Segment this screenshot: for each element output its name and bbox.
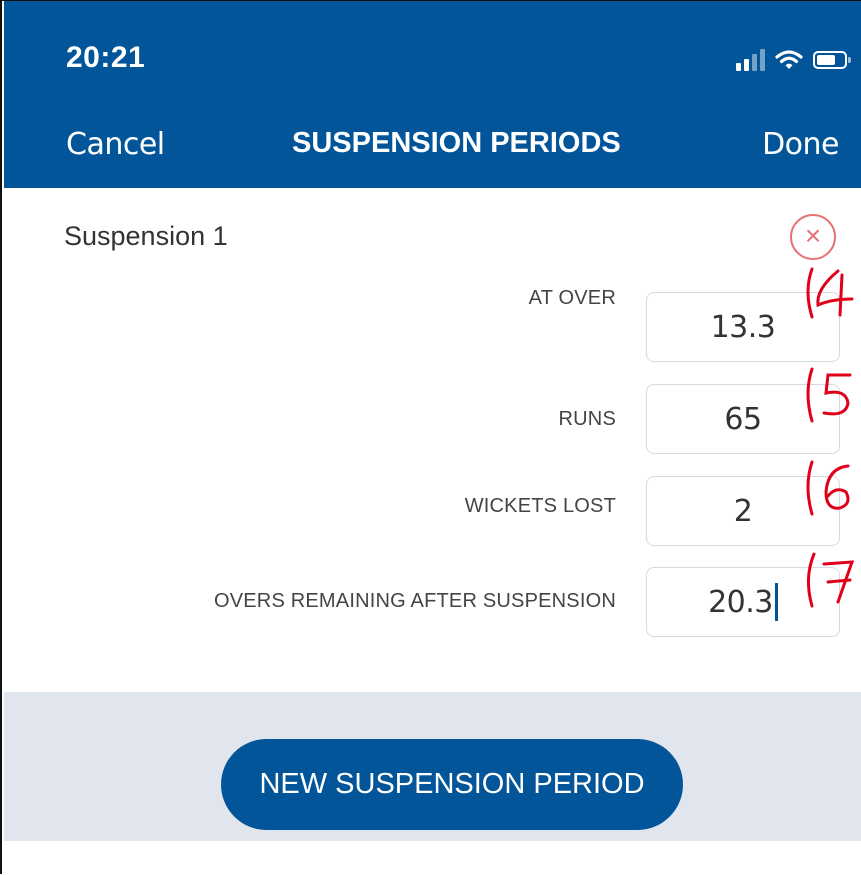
- runs-value: 65: [724, 401, 762, 437]
- new-suspension-period-button[interactable]: NEW SUSPENSION PERIOD: [221, 739, 683, 830]
- at-over-value: 13.3: [710, 309, 776, 345]
- text-caret: [774, 583, 778, 621]
- wickets-lost-label: WICKETS LOST: [464, 495, 616, 517]
- annotation-5: [806, 367, 852, 423]
- status-time: 20:21: [66, 41, 146, 74]
- status-icons: [736, 45, 851, 75]
- battery-icon: [813, 51, 851, 69]
- annotation-7: [807, 552, 855, 608]
- close-icon: ×: [804, 220, 822, 251]
- app-screen: 20:21 Cancel SUSPENSION PERIODS Done Sus…: [0, 0, 861, 874]
- page-title: SUSPENSION PERIODS: [292, 127, 621, 159]
- app-header: 20:21 Cancel SUSPENSION PERIODS Done: [4, 1, 861, 188]
- wifi-icon: [775, 50, 803, 69]
- cellular-signal-icon: [736, 49, 765, 71]
- at-over-label: AT OVER: [528, 287, 616, 309]
- done-button[interactable]: Done: [762, 127, 839, 162]
- remove-suspension-button[interactable]: ×: [790, 214, 836, 260]
- overs-remaining-value: 20.3: [708, 584, 773, 620]
- overs-remaining-label: OVERS REMAINING AFTER SUSPENSION: [213, 590, 616, 612]
- runs-label: RUNS: [558, 408, 616, 430]
- suspension-title: Suspension 1: [64, 221, 228, 251]
- annotation-6: [806, 460, 850, 516]
- cancel-button[interactable]: Cancel: [66, 127, 165, 162]
- wickets-lost-value: 2: [733, 493, 753, 529]
- annotation-4: [806, 267, 854, 319]
